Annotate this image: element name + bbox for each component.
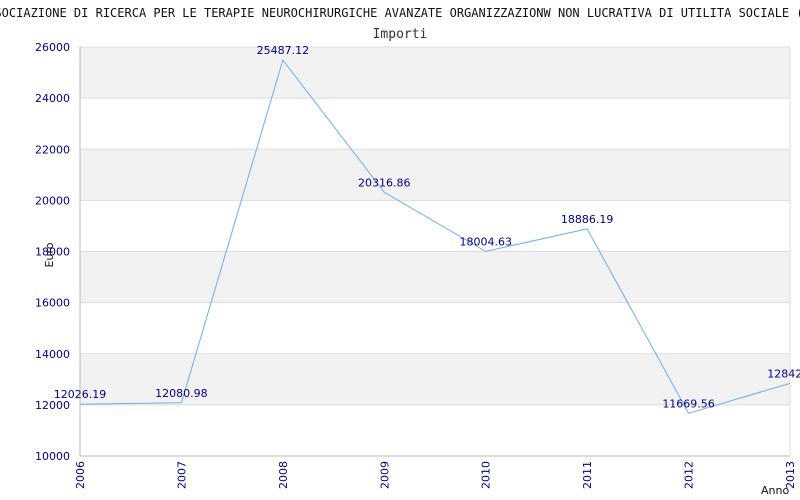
y-tick-label: 20000 [35, 194, 70, 207]
background-band [80, 149, 790, 201]
data-label: 25487.12 [257, 44, 310, 57]
x-tick-label: 2009 [378, 461, 391, 489]
x-tick-label: 2008 [277, 461, 290, 489]
x-tick-label: 2010 [480, 461, 493, 489]
x-tick-label: 2006 [74, 461, 87, 489]
y-tick-label: 26000 [35, 41, 70, 54]
data-label: 11669.56 [662, 397, 715, 410]
background-band [80, 251, 790, 303]
data-label: 18886.19 [561, 213, 614, 226]
data-label: 12080.98 [155, 387, 208, 400]
y-tick-label: 22000 [35, 143, 70, 156]
x-tick-labels: 2006 2007 2008 2009 2010 2011 2012 2013 [74, 461, 797, 489]
background-bands [80, 47, 790, 405]
background-band [80, 47, 790, 99]
data-label: 12026.19 [54, 388, 107, 401]
chart-title: ASSOCIAZIONE DI RICERCA PER LE TERAPIE N… [0, 6, 800, 20]
data-label: 18004.63 [459, 235, 512, 248]
data-label: 12842.0 [767, 367, 800, 380]
y-axis-label: Euro [43, 242, 56, 267]
data-label: 20316.86 [358, 176, 411, 189]
x-tick-label: 2007 [175, 461, 188, 489]
x-tick-label: 2012 [683, 461, 696, 489]
y-tick-label: 24000 [35, 92, 70, 105]
x-axis-label: Anno [761, 484, 789, 497]
y-tick-label: 16000 [35, 297, 70, 310]
line-chart: 1000012000140001600018000200002200024000… [0, 6, 800, 497]
y-tick-label: 10000 [35, 450, 70, 463]
y-tick-label: 14000 [35, 348, 70, 361]
chart-subtitle: Importi [373, 27, 428, 42]
x-tick-label: 2011 [581, 461, 594, 489]
